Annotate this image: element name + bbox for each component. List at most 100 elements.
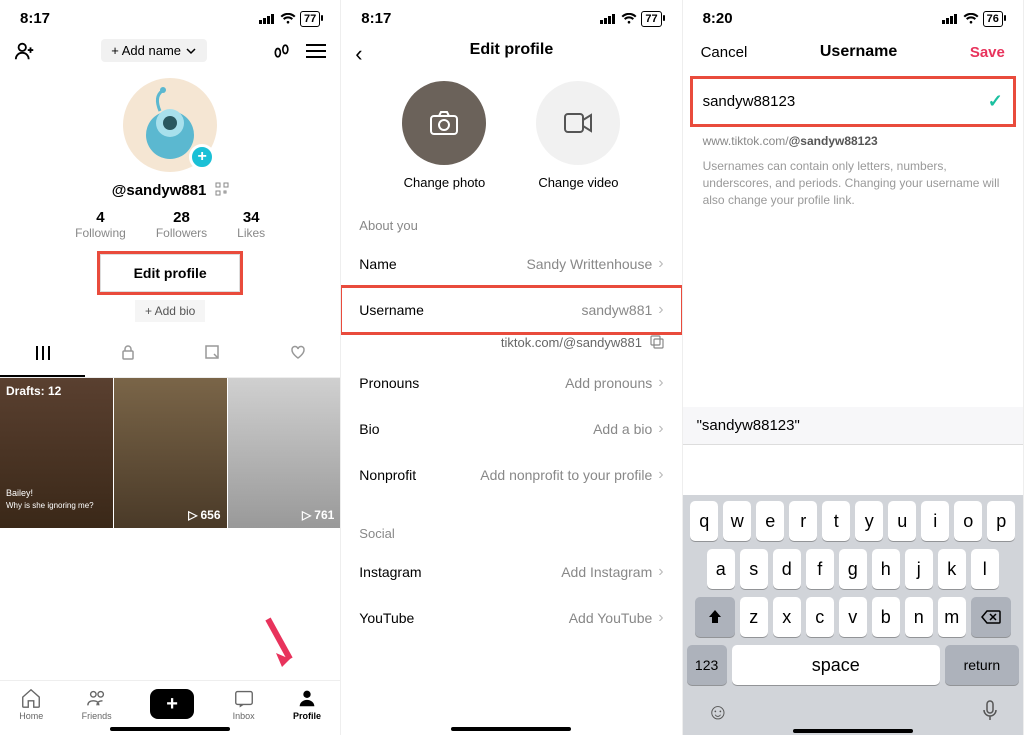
profile-header: + Add name [0, 33, 340, 70]
drafts-label: Drafts: 12 [6, 384, 61, 398]
shift-key[interactable] [695, 597, 735, 637]
wifi-icon [963, 13, 979, 25]
nav-profile[interactable]: Profile [293, 687, 321, 721]
change-video[interactable]: Change video [536, 81, 620, 190]
chevron-right-icon: › [658, 420, 663, 438]
tab-feed[interactable] [0, 336, 85, 377]
copy-icon[interactable] [650, 335, 664, 349]
key-e[interactable]: e [756, 501, 784, 541]
key-i[interactable]: i [921, 501, 949, 541]
numbers-key[interactable]: 123 [687, 645, 727, 685]
followers-stat[interactable]: 28Followers [156, 209, 207, 240]
key-s[interactable]: s [740, 549, 768, 589]
annotation-arrow [260, 615, 300, 675]
chevron-right-icon: › [658, 466, 663, 484]
key-j[interactable]: j [905, 549, 933, 589]
username-input[interactable] [703, 93, 988, 110]
key-n[interactable]: n [905, 597, 933, 637]
signal-icon [259, 14, 274, 24]
cancel-button[interactable]: Cancel [701, 44, 748, 61]
key-f[interactable]: f [806, 549, 834, 589]
chevron-down-icon [185, 45, 197, 57]
key-l[interactable]: l [971, 549, 999, 589]
key-x[interactable]: x [773, 597, 801, 637]
return-key[interactable]: return [945, 645, 1019, 685]
back-button[interactable]: ‹ [355, 41, 362, 67]
instagram-row[interactable]: Instagram Add Instagram› [341, 549, 681, 595]
content-tabs [0, 336, 340, 378]
nav-inbox[interactable]: Inbox [233, 687, 255, 721]
stats-row: 4Following 28Followers 34Likes [0, 209, 340, 240]
nav-create[interactable]: + [150, 689, 194, 719]
chevron-right-icon: › [658, 609, 663, 627]
menu-icon[interactable] [306, 44, 326, 58]
key-t[interactable]: t [822, 501, 850, 541]
help-text: Usernames can contain only letters, numb… [683, 154, 1023, 212]
signal-icon [600, 14, 615, 24]
keyboard-suggestion[interactable]: "sandyw88123" [683, 407, 1023, 445]
edit-profile-button[interactable]: Edit profile [100, 254, 240, 292]
tab-locked[interactable] [85, 336, 170, 377]
battery-icon: 77 [641, 11, 661, 27]
profile-link-row: tiktok.com/@sandyw881 [341, 333, 681, 360]
name-row[interactable]: Name Sandy Writtenhouse› [341, 241, 681, 287]
profile-url: www.tiktok.com/@sandyw88123 [683, 124, 1023, 154]
nav-home[interactable]: Home [19, 687, 43, 721]
emoji-key[interactable]: ☺ [707, 699, 729, 727]
home-indicator [451, 727, 571, 731]
edit-header: ‹ Edit profile [341, 33, 681, 67]
bio-row[interactable]: Bio Add a bio› [341, 406, 681, 452]
mic-key[interactable] [981, 699, 999, 727]
time: 8:20 [703, 10, 733, 27]
key-h[interactable]: h [872, 549, 900, 589]
key-q[interactable]: q [690, 501, 718, 541]
pronouns-row[interactable]: Pronouns Add pronouns› [341, 360, 681, 406]
key-p[interactable]: p [987, 501, 1015, 541]
username-input-wrap: ✓ [693, 79, 1013, 124]
nonprofit-row[interactable]: Nonprofit Add nonprofit to your profile› [341, 452, 681, 498]
key-w[interactable]: w [723, 501, 751, 541]
key-d[interactable]: d [773, 549, 801, 589]
qr-icon[interactable] [215, 182, 229, 196]
key-z[interactable]: z [740, 597, 768, 637]
page-title: Username [820, 43, 897, 61]
backspace-key[interactable] [971, 597, 1011, 637]
likes-stat[interactable]: 34Likes [237, 209, 265, 240]
video-thumb[interactable]: ▷761 [228, 378, 341, 528]
footprint-icon[interactable] [272, 41, 292, 61]
battery-icon: 76 [983, 11, 1003, 27]
username-row[interactable]: Username sandyw881› [341, 287, 681, 333]
chevron-right-icon: › [658, 255, 663, 273]
add-bio-button[interactable]: + Add bio [135, 300, 205, 322]
key-c[interactable]: c [806, 597, 834, 637]
camera-icon [429, 110, 459, 136]
add-name-button[interactable]: + Add name [101, 39, 207, 62]
key-g[interactable]: g [839, 549, 867, 589]
space-key[interactable]: space [732, 645, 940, 685]
wifi-icon [280, 13, 296, 25]
key-a[interactable]: a [707, 549, 735, 589]
tab-liked[interactable] [255, 336, 340, 377]
social-header: Social [341, 498, 681, 549]
video-thumb[interactable]: ▷656 [114, 378, 227, 528]
key-b[interactable]: b [872, 597, 900, 637]
video-thumb-drafts[interactable]: Drafts: 12 Bailey! Why is she ignoring m… [0, 378, 113, 528]
tab-repost[interactable] [170, 336, 255, 377]
add-avatar-badge[interactable]: + [189, 144, 215, 170]
key-m[interactable]: m [938, 597, 966, 637]
avatar[interactable]: + [123, 78, 217, 172]
following-stat[interactable]: 4Following [75, 209, 126, 240]
add-friend-icon[interactable] [14, 40, 36, 62]
key-o[interactable]: o [954, 501, 982, 541]
about-you-header: About you [341, 190, 681, 241]
key-k[interactable]: k [938, 549, 966, 589]
key-v[interactable]: v [839, 597, 867, 637]
key-y[interactable]: y [855, 501, 883, 541]
nav-friends[interactable]: Friends [82, 687, 112, 721]
key-u[interactable]: u [888, 501, 916, 541]
key-r[interactable]: r [789, 501, 817, 541]
save-button[interactable]: Save [970, 44, 1005, 61]
status-icons: 77 [259, 11, 320, 27]
change-photo[interactable]: Change photo [402, 81, 486, 190]
youtube-row[interactable]: YouTube Add YouTube› [341, 595, 681, 641]
